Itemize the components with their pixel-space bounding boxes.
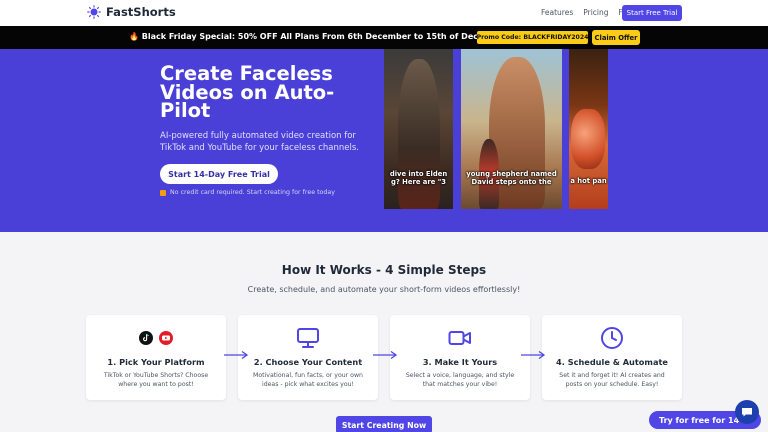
step-desc: Motivational, fun facts, or your own ide… xyxy=(253,372,363,388)
hero-title: Create Faceless Videos on Auto-Pilot xyxy=(160,62,335,122)
clock-icon xyxy=(601,327,623,349)
video-preview-1[interactable]: dive into Elden g? Here are "3 xyxy=(384,49,453,209)
promo-text: 🔥 Black Friday Special: 50% OFF All Plan… xyxy=(129,32,511,41)
step-card-3: 3. Make It Yours Select a voice, languag… xyxy=(390,315,530,400)
start-creating-button[interactable]: Start Creating Now xyxy=(336,416,432,432)
step-title: 2. Choose Your Content xyxy=(253,357,363,367)
video-caption: a hot pan xyxy=(569,177,608,185)
arrow-right-icon xyxy=(521,350,546,360)
step-desc: Select a voice, language, and style that… xyxy=(405,372,515,388)
step-card-1: 1. Pick Your Platform TikTok or YouTube … xyxy=(86,315,226,400)
start-free-trial-button[interactable]: Start Free Trial xyxy=(622,5,682,21)
how-it-works-title: How It Works - 4 Simple Steps xyxy=(281,263,487,277)
top-nav: FastShorts Features Pricing FAQ Start Fr… xyxy=(0,0,768,26)
promo-code-badge: Promo Code: BLACKFRIDAY2024 xyxy=(477,31,588,44)
step-icons xyxy=(238,326,378,350)
step-desc: Set it and forget it! AI creates and pos… xyxy=(559,372,665,388)
step-card-2: 2. Choose Your Content Motivational, fun… xyxy=(238,315,378,400)
logo-text: FastShorts xyxy=(106,5,176,19)
chat-button[interactable] xyxy=(735,400,759,424)
how-it-works-subtitle: Create, schedule, and automate your shor… xyxy=(247,285,521,294)
step-title: 4. Schedule & Automate xyxy=(556,357,668,367)
step-icons xyxy=(390,326,530,350)
arrow-right-icon xyxy=(373,350,398,360)
warrior-figure xyxy=(398,59,440,209)
step-icons xyxy=(542,326,682,350)
nav-links: Features Pricing FAQ xyxy=(541,8,633,17)
hero-trial-button[interactable]: Start 14-Day Free Trial xyxy=(160,164,278,184)
logo[interactable]: FastShorts xyxy=(87,5,176,19)
chat-icon xyxy=(742,408,752,417)
video-preview-2[interactable]: young shepherd named David steps onto th… xyxy=(461,49,562,209)
hero-section: Create Faceless Videos on Auto-Pilot AI-… xyxy=(0,49,768,232)
video-caption: young shepherd named David steps onto th… xyxy=(461,170,562,186)
youtube-icon xyxy=(159,331,173,345)
video-caption-line: g? Here are "3 xyxy=(391,178,446,186)
shrimp-food xyxy=(571,109,605,169)
step-icons xyxy=(86,326,226,350)
monitor-icon xyxy=(297,328,319,348)
gift-icon xyxy=(160,189,166,196)
lightbulb-icon xyxy=(87,5,101,19)
video-preview-3[interactable]: a hot pan xyxy=(569,49,608,209)
promo-bar: 🔥 Black Friday Special: 50% OFF All Plan… xyxy=(0,26,768,49)
video-caption: dive into Elden g? Here are "3 xyxy=(384,170,453,186)
claim-offer-button[interactable]: Claim Offer xyxy=(592,30,640,45)
nav-link-pricing[interactable]: Pricing xyxy=(583,8,608,17)
video-caption-line: a hot pan xyxy=(570,177,607,185)
video-caption-line: David steps onto the xyxy=(471,178,552,186)
nav-link-features[interactable]: Features xyxy=(541,8,573,17)
step-card-4: 4. Schedule & Automate Set it and forget… xyxy=(542,315,682,400)
hero-subtitle: AI-powered fully automated video creatio… xyxy=(160,131,359,153)
hero-note-text: No credit card required. Start creating … xyxy=(170,189,335,196)
video-caption-line: young shepherd named xyxy=(466,170,557,178)
step-title: 1. Pick Your Platform xyxy=(107,357,205,367)
arrow-right-icon xyxy=(224,350,249,360)
step-title: 3. Make It Yours xyxy=(422,357,498,367)
tiktok-icon xyxy=(139,331,153,345)
video-caption-line: dive into Elden xyxy=(389,170,448,178)
video-camera-icon xyxy=(448,331,471,345)
hero-note: No credit card required. Start creating … xyxy=(160,189,335,196)
step-desc: TikTok or YouTube Shorts? Choose where y… xyxy=(103,372,209,388)
